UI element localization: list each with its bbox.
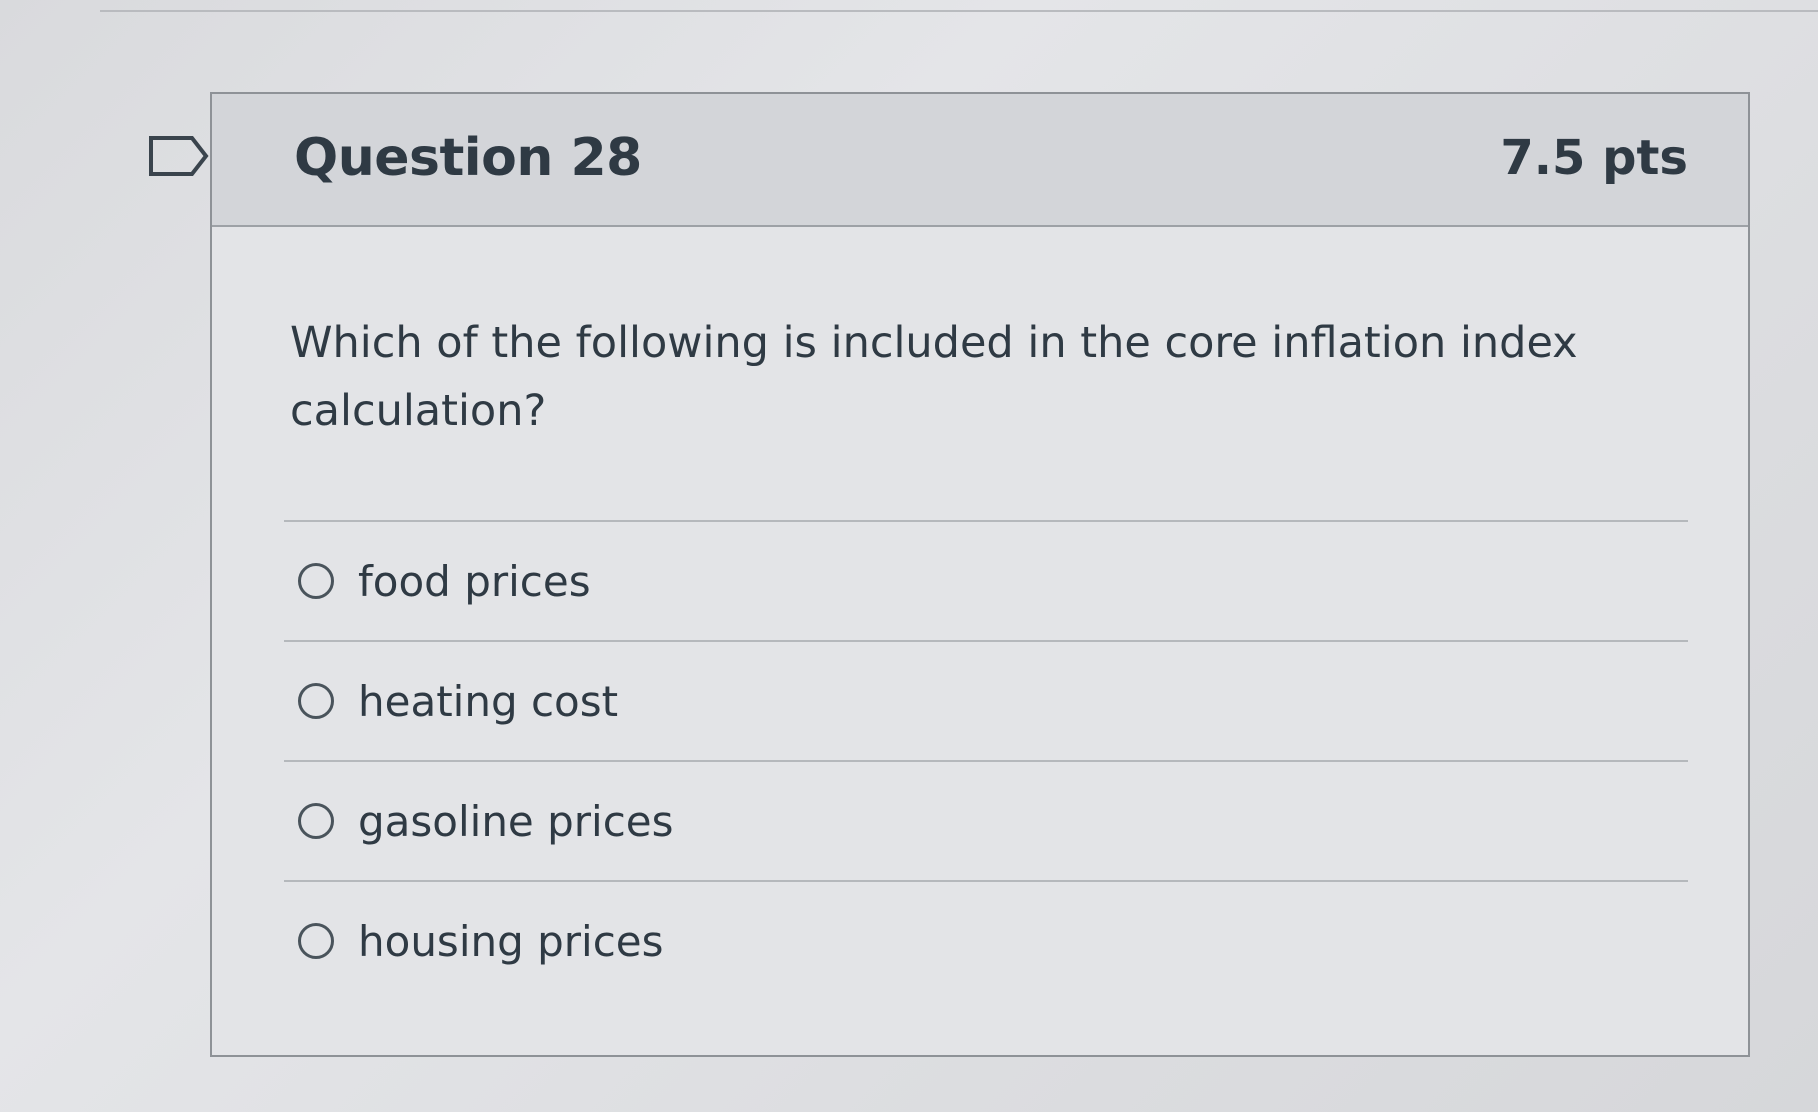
question-card: Question 28 7.5 pts Which of the followi… bbox=[210, 92, 1750, 1057]
question-title: Question 28 bbox=[294, 128, 642, 188]
radio-button[interactable] bbox=[298, 923, 334, 959]
top-divider bbox=[100, 10, 1818, 12]
answer-label[interactable]: food prices bbox=[358, 557, 591, 606]
question-points: 7.5 pts bbox=[1500, 130, 1688, 186]
answer-option[interactable]: housing prices bbox=[284, 880, 1688, 1000]
question-header: Question 28 7.5 pts bbox=[212, 94, 1748, 227]
answer-option[interactable]: gasoline prices bbox=[284, 760, 1688, 880]
radio-button[interactable] bbox=[298, 803, 334, 839]
question-text: Which of the following is included in th… bbox=[290, 318, 1578, 436]
answer-option[interactable]: heating cost bbox=[284, 640, 1688, 760]
radio-button[interactable] bbox=[298, 683, 334, 719]
answer-list: food prices heating cost gasoline prices… bbox=[284, 520, 1688, 1000]
answer-label[interactable]: heating cost bbox=[358, 677, 618, 726]
answer-label[interactable]: housing prices bbox=[358, 917, 664, 966]
radio-button[interactable] bbox=[298, 563, 334, 599]
answer-option[interactable]: food prices bbox=[284, 520, 1688, 640]
bookmark-flag-icon[interactable] bbox=[148, 135, 210, 177]
answer-label[interactable]: gasoline prices bbox=[358, 797, 674, 846]
